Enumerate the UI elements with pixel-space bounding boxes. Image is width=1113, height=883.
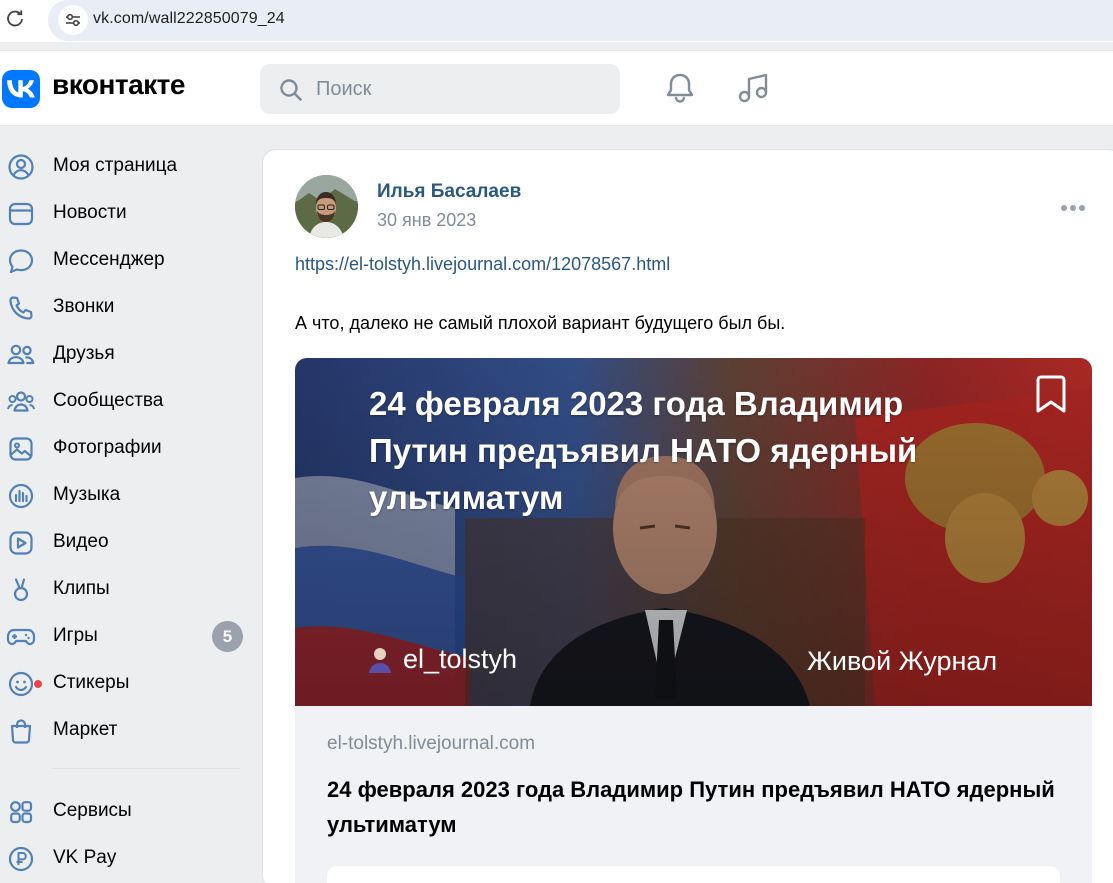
sidebar-item-label: Музыка [53, 484, 121, 505]
sidebar-item-label: Игры [53, 625, 98, 646]
sidebar-item-games[interactable]: Игры 5 [0, 613, 255, 660]
post-external-link[interactable]: https://el-tolstyh.livejournal.com/12078… [295, 254, 670, 275]
more-dot [1061, 205, 1067, 211]
preview-heading[interactable]: 24 февраля 2023 года Владимир Путин пред… [327, 772, 1067, 842]
sidebar-item-label: Фотографии [53, 437, 162, 458]
journal-user-icon [369, 647, 391, 673]
vk-header: вконтакте [0, 50, 1113, 126]
sidebar-item-news[interactable]: Новости [0, 190, 255, 237]
notification-dot [33, 679, 43, 689]
sidebar-item-label: Видео [53, 531, 109, 552]
sidebar-item-music[interactable]: Музыка [0, 472, 255, 519]
post-text: А что, далеко не самый плохой вариант бу… [295, 313, 786, 333]
vk-logo-text[interactable]: вконтакте [52, 69, 185, 101]
link-preview-image[interactable]: 24 февраля 2023 года Владимир Путин пред… [295, 358, 1092, 706]
sidebar-item-clips[interactable]: Клипы [0, 566, 255, 613]
sidebar-item-label: Друзья [53, 343, 115, 364]
post-more-button[interactable] [1055, 199, 1091, 217]
more-dot [1070, 205, 1076, 211]
news-icon [6, 200, 36, 228]
sidebar-item-services[interactable]: Сервисы [0, 788, 255, 835]
clips-icon [6, 576, 36, 604]
photo-icon [6, 435, 36, 463]
left-sidebar: Моя страница Новости Мессенджер Звонки Д… [0, 143, 255, 882]
search-icon [280, 79, 302, 101]
sidebar-item-messenger[interactable]: Мессенджер [0, 237, 255, 284]
sidebar-item-photos[interactable]: Фотографии [0, 425, 255, 472]
services-grid-icon [6, 798, 36, 826]
music-bars-icon [6, 482, 36, 510]
post-author-name[interactable]: Илья Басалаев [377, 181, 521, 203]
preview-author: el_tolstyh [367, 644, 517, 675]
market-bag-icon [6, 717, 36, 745]
user-circle-icon [6, 153, 36, 181]
sidebar-item-label: Сервисы [53, 800, 132, 821]
sidebar-item-communities[interactable]: Сообщества [0, 378, 255, 425]
sidebar-item-my-page[interactable]: Моя страница [0, 143, 255, 190]
sidebar-item-label: Маркет [53, 719, 118, 740]
sidebar-item-label: Новости [53, 202, 127, 223]
more-dot [1079, 205, 1085, 211]
sidebar-item-label: Стикеры [53, 672, 130, 693]
search-box[interactable] [260, 64, 620, 114]
site-settings-icon[interactable] [58, 5, 88, 35]
preview-overlay-title: 24 февраля 2023 года Владимир Путин пред… [369, 385, 918, 516]
bell-icon[interactable] [662, 70, 698, 106]
reload-icon[interactable] [4, 8, 26, 30]
sidebar-item-label: Моя страница [53, 155, 178, 176]
sidebar-item-calls[interactable]: Звонки [0, 284, 255, 331]
sidebar-item-label: Мессенджер [53, 249, 165, 270]
wall-post: Илья Басалаев 30 янв 2023 https://el-tol… [262, 149, 1113, 883]
url-field[interactable]: vk.com/wall222850079_24 [48, 0, 1113, 41]
sidebar-item-friends[interactable]: Друзья [0, 331, 255, 378]
music-icon[interactable] [736, 70, 772, 106]
communities-icon [6, 388, 36, 416]
url-text[interactable]: vk.com/wall222850079_24 [93, 10, 285, 28]
sidebar-item-video[interactable]: Видео [0, 519, 255, 566]
sidebar-item-label: Клипы [53, 578, 110, 599]
sidebar-item-market[interactable]: Маркет [0, 707, 255, 754]
bookmark-icon[interactable] [1035, 374, 1067, 414]
preview-domain: el-tolstyh.livejournal.com [327, 733, 536, 754]
video-icon [6, 529, 36, 557]
phone-icon [6, 294, 36, 322]
games-count-badge: 5 [212, 621, 243, 652]
sidebar-item-label: VK Pay [53, 847, 117, 868]
preview-action-bar[interactable] [327, 866, 1060, 883]
message-icon [6, 247, 36, 275]
preview-platform: Живой Журнал [807, 646, 998, 676]
sidebar-item-label: Звонки [53, 296, 115, 317]
gamepad-icon [6, 623, 36, 651]
author-avatar[interactable] [295, 175, 358, 238]
search-input[interactable] [316, 64, 606, 114]
browser-address-bar: vk.com/wall222850079_24 [0, 0, 1113, 42]
friends-icon [6, 341, 36, 369]
vkpay-icon [6, 845, 36, 873]
vk-logo-icon[interactable] [2, 70, 40, 108]
post-date[interactable]: 30 янв 2023 [377, 210, 476, 231]
sticker-icon [6, 670, 43, 698]
sidebar-item-label: Сообщества [53, 390, 164, 411]
preview-author-name: el_tolstyh [403, 644, 518, 674]
sidebar-item-vk-pay[interactable]: VK Pay [0, 835, 255, 882]
link-preview-card[interactable]: 24 февраля 2023 года Владимир Путин пред… [295, 358, 1092, 883]
sidebar-item-stickers[interactable]: Стикеры [0, 660, 255, 707]
sidebar-divider [52, 768, 240, 769]
